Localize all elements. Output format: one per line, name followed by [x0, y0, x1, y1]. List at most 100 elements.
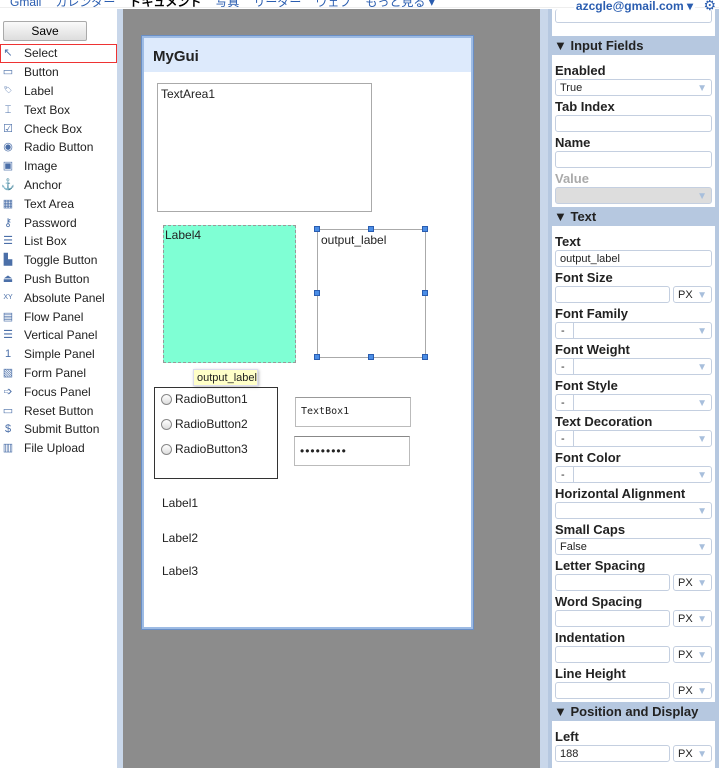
font-color-value: - [556, 467, 574, 482]
field-label-font-weight: Font Weight [555, 342, 630, 357]
field-label-tab-index: Tab Index [555, 99, 615, 114]
enabled-value: True [560, 82, 583, 94]
label1-widget[interactable]: Label1 [162, 496, 198, 510]
word-spacing-unit-select[interactable]: PX ▼ [673, 610, 712, 627]
palette-item-simple-panel[interactable]: 1 Simple Panel [0, 345, 117, 364]
resize-handle[interactable] [314, 226, 320, 232]
field-label-font-size: Font Size [555, 270, 613, 285]
field-label-value: Value [555, 171, 589, 186]
indentation-unit-select[interactable]: PX ▼ [673, 646, 712, 663]
resize-handle[interactable] [314, 354, 320, 360]
palette-item-file-upload[interactable]: ▥ File Upload [0, 439, 117, 458]
resize-handle[interactable] [422, 226, 428, 232]
palette-item-label[interactable]: 🏷 Label [0, 82, 117, 101]
radio-button-1[interactable]: RadioButton1 [161, 392, 248, 406]
palette-item-focus-panel[interactable]: ➩ Focus Panel [0, 382, 117, 401]
palette-item-radio-button[interactable]: ◉ Radio Button [0, 138, 117, 157]
left-unit-select[interactable]: PX ▼ [673, 745, 712, 762]
vertical-panel-icon: ☰ [3, 329, 13, 342]
letter-spacing-input[interactable] [555, 574, 670, 591]
word-spacing-input[interactable] [555, 610, 670, 627]
resize-handle[interactable] [314, 290, 320, 296]
nav-link[interactable]: ドキュメント [129, 0, 201, 7]
horizontal-alignment-select[interactable]: ▼ [555, 502, 712, 519]
nav-link[interactable]: ウェブ [315, 0, 351, 7]
absolute-panel-icon: XY [3, 293, 13, 301]
output-label-widget[interactable]: output_label [317, 229, 426, 358]
section-header[interactable]: ▼ Input Fields [548, 36, 719, 55]
palette-item-button[interactable]: ▭ Button [0, 63, 117, 82]
palette-item-form-panel[interactable]: ▧ Form Panel [0, 364, 117, 383]
palette-item-push-button[interactable]: ⏏ Push Button [0, 270, 117, 289]
field-label-left: Left [555, 729, 579, 744]
password-widget[interactable]: ••••••••• [294, 436, 410, 466]
nav-link[interactable]: リーダー [253, 0, 301, 7]
enabled-select[interactable]: True ▼ [555, 79, 712, 96]
text-area-widget[interactable]: TextArea1 [157, 83, 372, 212]
left-input[interactable]: 188 [555, 745, 670, 762]
nav-link[interactable]: 写真 [215, 0, 239, 7]
resize-handle[interactable] [422, 290, 428, 296]
save-button[interactable]: Save [3, 21, 87, 41]
name-input[interactable] [555, 151, 712, 168]
list-box-icon: ☰ [3, 235, 13, 248]
radio-button-3[interactable]: RadioButton3 [161, 442, 248, 456]
font-size-unit-select[interactable]: PX ▼ [673, 286, 712, 303]
text-decoration-value: - [556, 431, 574, 446]
palette-item-submit-button[interactable]: $ Submit Button [0, 420, 117, 439]
palette-item-flow-panel[interactable]: ▤ Flow Panel [0, 307, 117, 326]
palette-item-text-box[interactable]: ⌶ Text Box [0, 100, 117, 119]
section-header[interactable]: ▼ Text [548, 207, 719, 226]
nav-link[interactable]: Gmail [10, 0, 41, 7]
palette-item-label: Form Panel [24, 365, 87, 380]
right-splitter[interactable] [540, 9, 548, 768]
chevron-down-icon: ▼ [697, 191, 707, 202]
palette-item-label: Select [24, 46, 58, 61]
label4-widget[interactable]: Label4 [163, 225, 296, 363]
font-size-input[interactable] [555, 286, 670, 303]
account-menu[interactable]: azcgle@gmail.com ▾ [573, 0, 695, 13]
line-height-unit-select[interactable]: PX ▼ [673, 682, 712, 699]
label3-widget[interactable]: Label3 [162, 564, 198, 578]
unit-value: PX [678, 748, 693, 760]
text-input[interactable]: output_label [555, 250, 712, 267]
cursor-icon: ↖ [3, 47, 13, 60]
label2-widget[interactable]: Label2 [162, 531, 198, 545]
resize-handle[interactable] [368, 354, 374, 360]
tab-index-input[interactable] [555, 115, 712, 132]
palette-item-absolute-panel[interactable]: XY Absolute Panel [0, 288, 117, 307]
line-height-input[interactable] [555, 682, 670, 699]
text-box-widget[interactable]: TextBox1 [295, 397, 411, 427]
palette-item-check-box[interactable]: ☑ Check Box [0, 119, 117, 138]
palette-item-list-box[interactable]: ☰ List Box [0, 232, 117, 251]
small-caps-select[interactable]: False ▼ [555, 538, 712, 555]
nav-link[interactable]: カレンダー [55, 0, 115, 7]
resize-handle[interactable] [368, 226, 374, 232]
value-select: ▼ [555, 187, 712, 204]
font-family-select[interactable]: - ▼ [555, 322, 712, 339]
text-decoration-select[interactable]: - ▼ [555, 430, 712, 447]
section-header[interactable]: ▼ Position and Display [548, 702, 719, 721]
nav-link[interactable]: もっと見る ▾ [365, 0, 434, 7]
unit-value: PX [678, 577, 693, 589]
indentation-input[interactable] [555, 646, 670, 663]
palette-item-password[interactable]: ⚷ Password [0, 213, 117, 232]
gear-icon[interactable]: ⚙ [703, 0, 716, 12]
palette-item-anchor[interactable]: ⚓ Anchor [0, 176, 117, 195]
palette-item-reset-button[interactable]: ▭ Reset Button [0, 401, 117, 420]
radio-button-2[interactable]: RadioButton2 [161, 417, 248, 431]
palette-item-label: Submit Button [24, 422, 100, 437]
palette-item-label: Label [24, 83, 54, 98]
font-color-select[interactable]: - ▼ [555, 466, 712, 483]
font-weight-select[interactable]: - ▼ [555, 358, 712, 375]
palette-item-vertical-panel[interactable]: ☰ Vertical Panel [0, 326, 117, 345]
palette-item-select[interactable]: ↖ Select [0, 44, 117, 63]
palette-item-image[interactable]: ▣ Image [0, 157, 117, 176]
letter-spacing-unit-select[interactable]: PX ▼ [673, 574, 712, 591]
palette-item-toggle-button[interactable]: ▙ Toggle Button [0, 251, 117, 270]
resize-handle[interactable] [422, 354, 428, 360]
palette-item-text-area[interactable]: ▦ Text Area [0, 194, 117, 213]
field-label-horizontal-alignment: Horizontal Alignment [555, 486, 686, 501]
chevron-down-icon: ▼ [697, 326, 707, 337]
font-style-select[interactable]: - ▼ [555, 394, 712, 411]
